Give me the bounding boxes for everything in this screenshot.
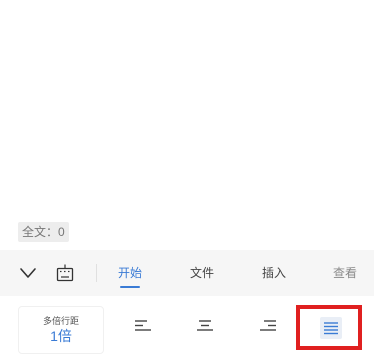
tab-label: 文件 <box>190 266 215 280</box>
tab-start[interactable]: 开始 <box>118 250 142 296</box>
align-left-icon[interactable] <box>133 318 153 336</box>
document-canvas[interactable] <box>0 0 374 250</box>
paragraph-format-bar: 多倍行距 1倍 <box>0 296 374 360</box>
tab-file[interactable]: 文件 <box>190 250 214 296</box>
ribbon-toolbar: 开始 文件 插入 查看 <box>0 250 374 296</box>
tab-label: 插入 <box>262 266 287 280</box>
toolbar-divider <box>96 264 97 282</box>
line-spacing-label: 多倍行距 <box>42 316 79 326</box>
align-right-icon[interactable] <box>258 318 278 336</box>
line-spacing-value: 1倍 <box>50 328 72 344</box>
tab-view[interactable]: 查看 <box>333 250 357 296</box>
line-spacing-button[interactable]: 多倍行距 1倍 <box>18 306 104 354</box>
chevron-down-icon[interactable] <box>18 263 38 283</box>
tab-insert[interactable]: 插入 <box>262 250 286 296</box>
align-center-icon[interactable] <box>195 318 215 336</box>
active-tab-indicator <box>120 286 141 288</box>
word-count-badge: 全文：0 <box>18 222 69 242</box>
tab-label: 查看 <box>333 266 358 280</box>
tab-label: 开始 <box>118 266 143 280</box>
keyboard-icon[interactable] <box>55 263 75 283</box>
align-justify-icon[interactable] <box>320 317 342 339</box>
